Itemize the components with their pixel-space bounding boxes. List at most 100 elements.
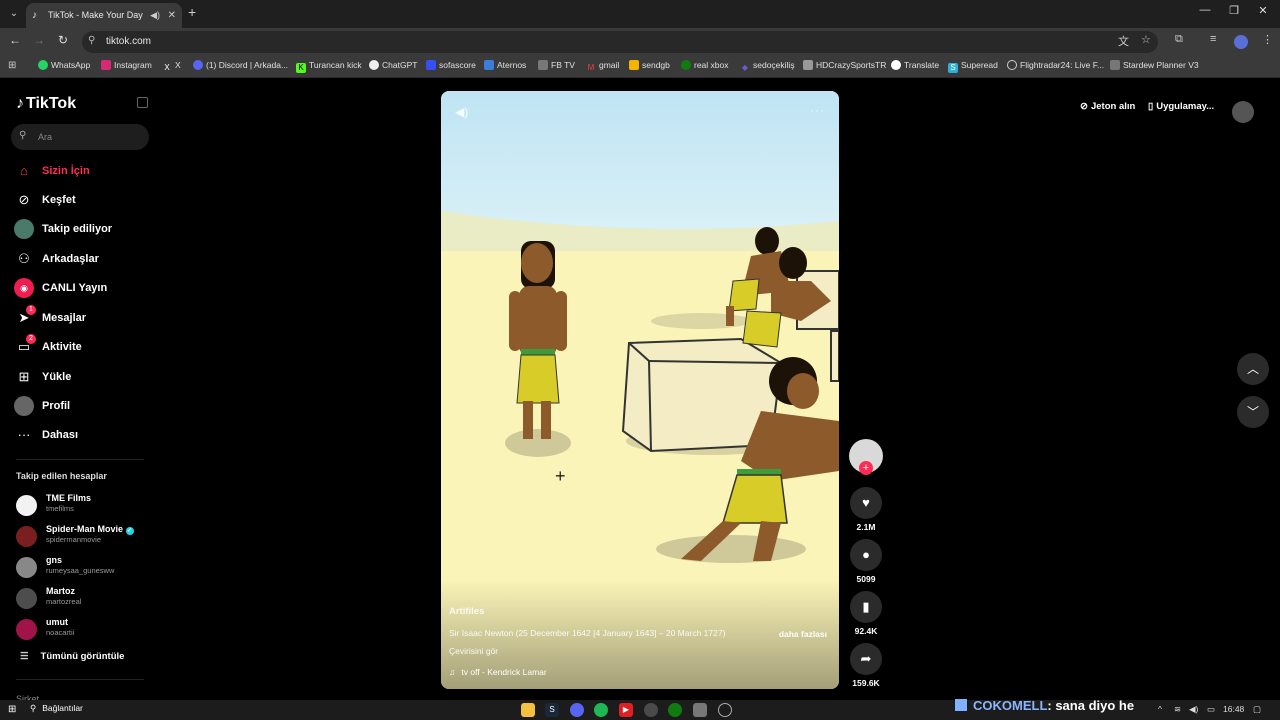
file-explorer-icon[interactable] [521,703,535,717]
discord-icon[interactable] [570,703,584,717]
user-profile-avatar[interactable] [1232,101,1254,123]
chrome-icon[interactable] [644,703,658,717]
nav-following[interactable]: Takip ediliyor [14,219,154,241]
browser-tab-bar: ⌄ ♪ TikTok - Make Your Day ◀) ✕ + — ❐ ✕ [0,0,1280,28]
translate-icon[interactable]: 文 [1118,33,1129,49]
bookmark-item[interactable]: (1) Discord | Arkada... [193,60,288,70]
new-tab-button[interactable]: + [188,4,196,20]
nav-activity[interactable]: ▭ 2 Aktivite [14,334,154,359]
nav-friends[interactable]: ⚇ Arkadaşlar [14,249,154,271]
extensions-icon[interactable]: ⧉ [1175,33,1183,46]
bookmark-item[interactable]: real xbox [681,60,729,70]
nav-live[interactable]: ◉ CANLI Yayın [14,278,154,300]
bookmark-item[interactable]: Mgmail [586,60,620,73]
bookmark-item[interactable]: Instagram [101,60,152,70]
battery-icon[interactable]: ▭ [1207,704,1215,715]
bookmark-item[interactable]: sofascore [426,60,476,70]
bookmark-item[interactable]: Aternos [484,60,526,70]
audio-playing-icon[interactable]: ◀) [150,3,160,28]
followed-account[interactable]: TME Films tmefilms [16,493,156,517]
volume-icon[interactable]: ◀) [455,105,468,119]
bookmark-item[interactable]: K Turancan kick [296,60,362,73]
video-player[interactable]: ◀) ··· + Artifiles Sir Isaac Newton (25 … [441,91,839,689]
steam-icon[interactable]: S [545,703,559,717]
tiktok-favicon-icon: ♪ [32,10,37,21]
collapse-sidebar-icon[interactable] [137,97,148,108]
see-all-button[interactable]: ☰ Tümünü görüntüle [20,651,124,662]
bookmark-item[interactable]: ◆ sedoçekiliş [740,60,795,73]
tab-search-icon[interactable]: ⌄ [6,6,22,22]
windows-start-icon[interactable]: ⊞ [8,704,16,715]
tray-chevron-icon[interactable]: ^ [1158,704,1162,714]
apps-grid-icon[interactable]: ⊞ [8,60,16,71]
comment-button[interactable]: ● [850,539,882,571]
nav-profile[interactable]: Profil [14,396,154,418]
forward-icon[interactable]: → [30,33,48,47]
wifi-icon[interactable]: ≋ [1174,704,1181,715]
nav-for-you[interactable]: ⌂ Sizin İçin [14,161,154,183]
next-video-button[interactable]: ﹀ [1237,396,1269,428]
video-more-options-icon[interactable]: ··· [810,103,825,117]
tab-close-icon[interactable]: ✕ [168,3,176,28]
clock-time[interactable]: 16:48 [1223,704,1244,714]
bookmark-item[interactable]: Stardew Planner V3 [1110,60,1199,70]
chevron-up-icon: ︿ [1246,362,1259,376]
account-avatar[interactable] [1234,35,1248,49]
bookmark-item[interactable]: XX [162,60,180,73]
save-button[interactable]: ▮ [850,591,882,623]
bookmark-item[interactable]: ChatGPT [369,60,417,70]
followed-account[interactable]: gns rumeysaa_gunesww [16,555,156,579]
previous-video-button[interactable]: ︿ [1237,353,1269,385]
bookmark-item[interactable]: Flightradar24: Live F... [1007,60,1104,70]
nav-explore[interactable]: ⊘ Keşfet [14,190,154,212]
follow-plus-icon[interactable]: + [859,461,873,475]
sendgb-icon [629,60,639,70]
menu-icon[interactable]: ⋮ [1262,33,1273,46]
youtube-icon[interactable]: ▶ [619,703,633,717]
share-button[interactable]: ➦ [850,643,882,675]
nav-messages[interactable]: ➤ 1 Mesajlar [14,305,154,330]
maximize-icon[interactable]: ❐ [1219,4,1249,17]
followed-account[interactable]: umut noacartii [16,617,156,641]
bookmark-star-icon[interactable]: ☆ [1141,33,1151,46]
back-icon[interactable]: ← [6,33,24,47]
volume-tray-icon[interactable]: ◀) [1189,704,1198,715]
upload-icon: ⊞ [18,369,30,384]
get-coins-button[interactable]: ⊘ Jeton alın [1080,101,1135,112]
video-music[interactable]: ♫ tv off - Kendrick Lamar [449,667,547,677]
taskbar-search[interactable]: ⚲ Bağlantılar [30,703,83,714]
phone-icon: ▯ [1148,101,1154,112]
bookmark-item[interactable]: sendgb [629,60,670,70]
media-control-icon[interactable]: ≡ [1210,33,1216,45]
address-bar[interactable]: ⚲ tiktok.com [82,31,1158,53]
get-app-button[interactable]: ▯ Uygulamay... [1148,101,1214,112]
search-input[interactable]: ⚲ Ara [11,124,149,150]
spotify-icon[interactable] [594,703,608,717]
like-button[interactable]: ♥ [850,487,882,519]
minimize-icon[interactable]: — [1190,4,1220,16]
bookmark-icon: ▮ [862,599,870,614]
app-icon[interactable] [693,703,707,717]
account-avatar [16,526,37,547]
tiktok-logo[interactable]: ♪ TikTok [16,95,76,113]
browser-tab[interactable]: ♪ TikTok - Make Your Day ◀) ✕ [26,3,182,28]
nav-more[interactable]: ··· Dahası [14,425,154,447]
see-translation-button[interactable]: Çevirisini gör [449,646,498,656]
nav-upload[interactable]: ⊞ Yükle [14,367,154,389]
show-more-button[interactable]: daha fazlası [779,629,827,639]
xbox-icon[interactable] [668,703,682,717]
divider [16,679,144,680]
bookmark-item[interactable]: S Superead [948,60,998,73]
bookmark-item[interactable]: FB TV [538,60,575,70]
video-author[interactable]: Artifiles [449,606,484,617]
bookmark-item[interactable]: Translate [891,60,939,70]
followed-account[interactable]: Spider-Man Movie ✓ spidermanmovie [16,524,156,548]
notification-icon[interactable]: ▢ [1253,704,1261,715]
app-icon[interactable] [718,703,732,717]
followed-account[interactable]: Martoz martozreal [16,586,156,610]
reload-icon[interactable]: ↻ [54,33,72,47]
bookmark-item[interactable]: HDCrazySportsTR [803,60,886,70]
bookmark-item[interactable]: WhatsApp [38,60,90,70]
site-info-icon[interactable]: ⚲ [88,35,95,46]
close-window-icon[interactable]: ✕ [1248,4,1278,17]
